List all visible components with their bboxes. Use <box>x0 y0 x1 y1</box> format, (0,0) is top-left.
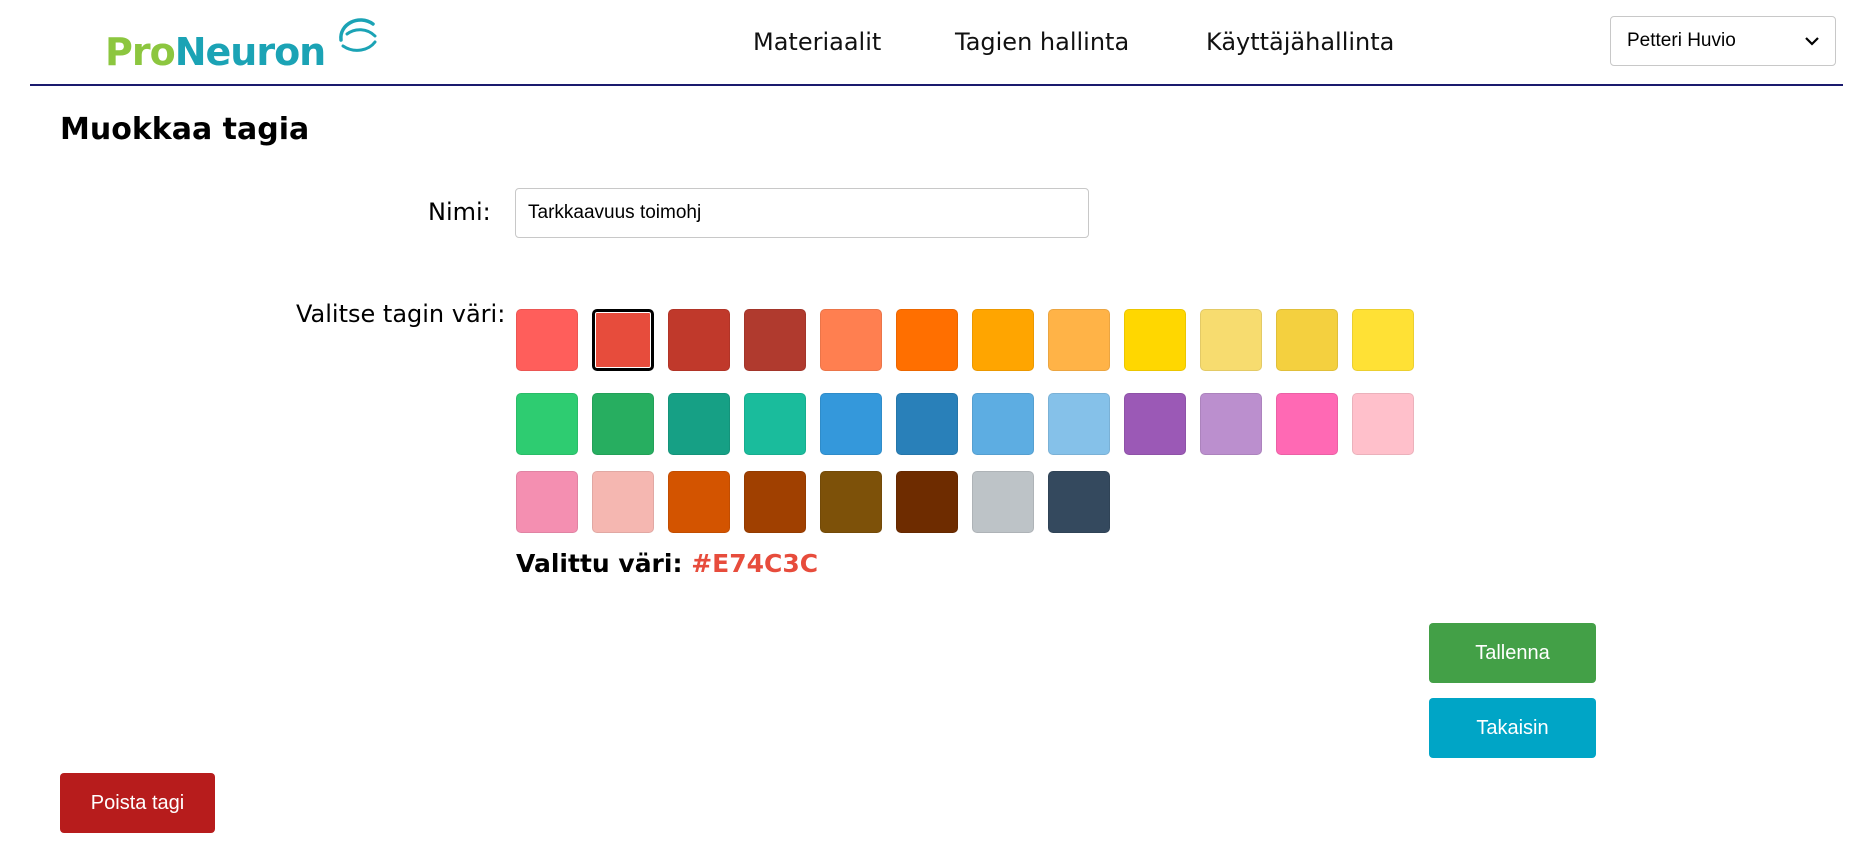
color-swatch[interactable] <box>668 309 730 371</box>
color-swatch[interactable] <box>896 309 958 371</box>
color-label: Valitse tagin väri: <box>296 300 506 328</box>
color-swatch[interactable] <box>972 393 1034 455</box>
nav-item-materiaalit[interactable]: Materiaalit <box>753 28 881 56</box>
color-swatch[interactable] <box>820 309 882 371</box>
color-swatch[interactable] <box>668 393 730 455</box>
color-swatch[interactable] <box>744 309 806 371</box>
color-swatch[interactable] <box>744 393 806 455</box>
color-swatch[interactable] <box>668 471 730 533</box>
color-swatch[interactable] <box>1048 471 1110 533</box>
color-swatch[interactable] <box>516 309 578 371</box>
color-swatch[interactable] <box>972 471 1034 533</box>
color-swatch[interactable] <box>744 471 806 533</box>
selected-color-value: #E74C3C <box>691 549 819 578</box>
top-header: ProNeuron Materiaalit Tagien hallinta Kä… <box>30 0 1843 86</box>
chevron-down-icon <box>1805 37 1819 46</box>
user-select-value: Petteri Huvio <box>1627 30 1736 51</box>
user-select[interactable]: Petteri Huvio <box>1610 16 1836 66</box>
color-swatch[interactable] <box>1276 309 1338 371</box>
delete-tag-button[interactable]: Poista tagi <box>60 773 215 833</box>
color-swatch[interactable] <box>592 309 654 371</box>
color-swatch[interactable] <box>1200 309 1262 371</box>
color-swatch[interactable] <box>820 393 882 455</box>
color-swatch[interactable] <box>1352 393 1414 455</box>
back-button[interactable]: Takaisin <box>1429 698 1596 758</box>
color-swatch[interactable] <box>516 393 578 455</box>
save-button[interactable]: Tallenna <box>1429 623 1596 683</box>
color-swatch[interactable] <box>820 471 882 533</box>
page-title: Muokkaa tagia <box>60 112 310 147</box>
selected-color-label: Valittu väri: <box>516 549 683 578</box>
color-swatch[interactable] <box>592 471 654 533</box>
color-swatch[interactable] <box>972 309 1034 371</box>
color-swatch[interactable] <box>1124 393 1186 455</box>
nav-item-tagien-hallinta[interactable]: Tagien hallinta <box>955 28 1129 56</box>
color-swatch[interactable] <box>1200 393 1262 455</box>
color-swatch[interactable] <box>592 393 654 455</box>
color-swatch[interactable] <box>1276 393 1338 455</box>
color-swatch[interactable] <box>1048 309 1110 371</box>
name-input[interactable] <box>515 188 1089 238</box>
nav-item-kayttajahallinta[interactable]: Käyttäjähallinta <box>1206 28 1394 56</box>
color-swatch[interactable] <box>1352 309 1414 371</box>
main-nav: Materiaalit Tagien hallinta Käyttäjähall… <box>30 28 1843 58</box>
name-label: Nimi: <box>428 198 491 226</box>
color-swatch[interactable] <box>896 471 958 533</box>
color-swatch[interactable] <box>1124 309 1186 371</box>
color-swatch[interactable] <box>896 393 958 455</box>
color-swatch[interactable] <box>1048 393 1110 455</box>
color-swatch-grid <box>516 309 1416 535</box>
color-swatch[interactable] <box>516 471 578 533</box>
selected-color-display: Valittu väri: #E74C3C <box>516 549 818 578</box>
